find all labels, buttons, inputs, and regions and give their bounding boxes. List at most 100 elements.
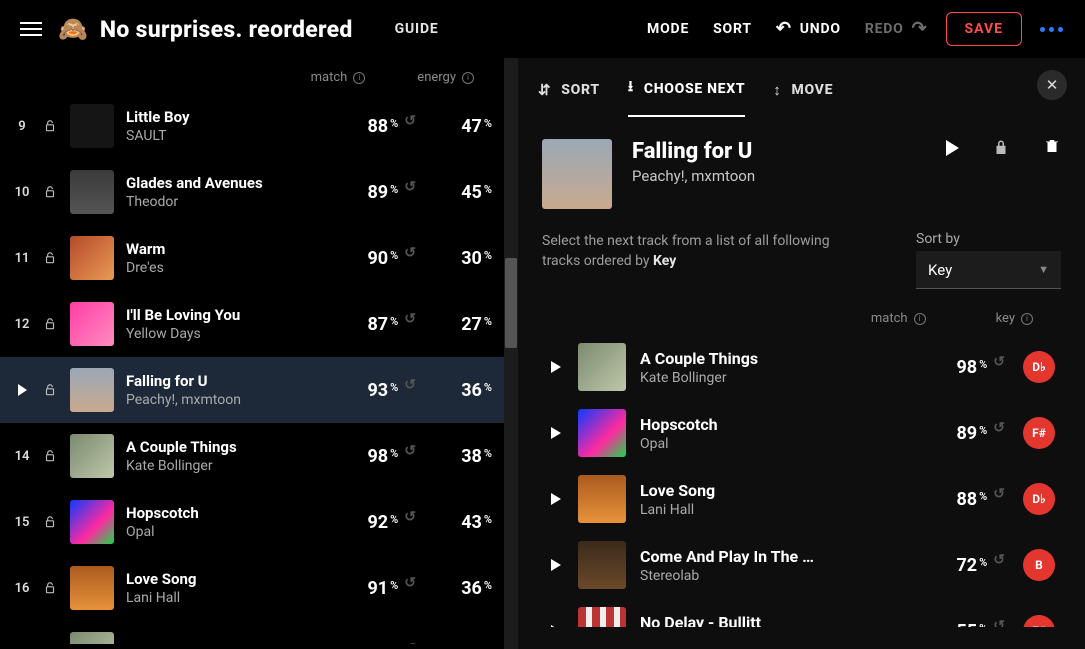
album-art: [578, 409, 626, 457]
tab-choose-next[interactable]: ⭳CHOOSE NEXT: [628, 76, 745, 117]
album-art: [70, 368, 114, 412]
suggestion-row[interactable]: No Delay - BullittThe Green Arrows55%↺F#: [542, 598, 1061, 627]
reset-icon[interactable]: ↺: [993, 618, 1005, 627]
album-art: [542, 139, 612, 209]
lock-icon[interactable]: [36, 515, 64, 529]
energy-value: 30%: [416, 248, 492, 269]
energy-value: 42%: [416, 644, 492, 645]
lock-icon[interactable]: [36, 185, 64, 199]
key-badge: B: [1023, 549, 1055, 581]
track-artist: Opal: [640, 436, 935, 452]
play-button[interactable]: [542, 361, 570, 373]
album-art: [70, 170, 114, 214]
sort-button[interactable]: SORT: [707, 17, 758, 41]
redo-button: REDO↷: [859, 16, 934, 43]
energy-value: 47%: [416, 116, 492, 137]
info-icon[interactable]: i: [462, 72, 474, 84]
track-title: A Couple Things: [640, 349, 935, 368]
album-art: [578, 343, 626, 391]
play-button[interactable]: [542, 625, 570, 627]
track-row[interactable]: 15HopscotchOpal92%↺43%: [0, 489, 518, 555]
current-artist: Peachy!, mxmtoon: [632, 167, 926, 185]
lock-icon[interactable]: [36, 383, 64, 397]
track-index: 11: [8, 251, 36, 266]
track-title: Love Song: [126, 570, 346, 588]
reset-icon[interactable]: ↺: [993, 552, 1005, 568]
track-row[interactable]: 14A Couple ThingsKate Bollinger98%↺38%: [0, 423, 518, 489]
match-value: 55%↺: [935, 621, 1005, 628]
undo-button[interactable]: ↶UNDO: [770, 16, 847, 43]
app-logo: 🙈: [58, 15, 88, 43]
track-artist: SAULT: [126, 128, 346, 144]
track-title: No Delay - Bullitt: [640, 613, 935, 628]
save-button[interactable]: SAVE: [946, 12, 1023, 46]
reset-icon[interactable]: ↺: [404, 311, 416, 327]
play-button[interactable]: [542, 493, 570, 505]
play-button[interactable]: [542, 559, 570, 571]
energy-value: 45%: [416, 182, 492, 203]
lock-icon[interactable]: [36, 251, 64, 265]
reset-icon[interactable]: ↺: [404, 245, 416, 261]
mode-button[interactable]: MODE: [641, 17, 695, 41]
delete-button[interactable]: [1043, 137, 1061, 159]
lock-button[interactable]: [987, 139, 1015, 157]
lock-icon[interactable]: [36, 119, 64, 133]
reset-icon[interactable]: ↺: [404, 377, 416, 393]
play-button[interactable]: [542, 427, 570, 439]
energy-value: 43%: [416, 512, 492, 533]
album-art: [70, 500, 114, 544]
track-row[interactable]: Falling for UPeachy!, mxmtoon93%↺36%: [0, 357, 518, 423]
energy-header: energy: [417, 70, 456, 85]
menu-icon[interactable]: [16, 18, 46, 40]
track-row[interactable]: 17Memory Box84%↺42%: [0, 621, 518, 644]
reset-icon[interactable]: ↺: [404, 509, 416, 525]
tab-move[interactable]: ↕MOVE: [773, 81, 833, 113]
info-icon[interactable]: i: [353, 72, 365, 84]
info-icon[interactable]: i: [1021, 313, 1033, 325]
more-icon[interactable]: [1034, 21, 1069, 38]
reset-icon[interactable]: ↺: [404, 179, 416, 195]
match-value: 88%↺: [346, 116, 416, 137]
info-icon[interactable]: i: [914, 313, 926, 325]
toolbar: 🙈 No surprises. reordered GUIDE MODE SOR…: [0, 0, 1085, 58]
track-row[interactable]: 11WarmDre'es90%↺30%: [0, 225, 518, 291]
track-row[interactable]: 9Little BoySAULT88%↺47%: [0, 93, 518, 159]
current-track: Falling for U Peachy!, mxmtoon: [542, 139, 1061, 209]
close-icon[interactable]: ✕: [1037, 70, 1067, 100]
track-row[interactable]: 16Love SongLani Hall91%↺36%: [0, 555, 518, 621]
track-title: Falling for U: [126, 372, 346, 390]
suggestion-row[interactable]: A Couple ThingsKate Bollinger98%↺D♭: [542, 334, 1061, 400]
chevron-down-icon: ▼: [1038, 263, 1049, 276]
reset-icon[interactable]: ↺: [404, 641, 416, 644]
energy-value: 38%: [416, 446, 492, 467]
reset-icon[interactable]: ↺: [993, 420, 1005, 436]
suggestion-row[interactable]: HopscotchOpal89%↺F#: [542, 400, 1061, 466]
reset-icon[interactable]: ↺: [404, 443, 416, 459]
sortby-select[interactable]: Key▼: [916, 251, 1061, 289]
scrollbar[interactable]: [504, 58, 518, 649]
tab-sort[interactable]: ⇵SORT: [538, 81, 600, 113]
reset-icon[interactable]: ↺: [404, 575, 416, 591]
album-art: [70, 434, 114, 478]
track-row[interactable]: 10Glades and AvenuesTheodor89%↺45%: [0, 159, 518, 225]
reset-icon[interactable]: ↺: [993, 486, 1005, 502]
match-value: 93%↺: [346, 380, 416, 401]
track-artist: Kate Bollinger: [126, 458, 346, 474]
tabs: ⇵SORT ⭳CHOOSE NEXT ↕MOVE ✕: [518, 58, 1085, 117]
suggestion-row[interactable]: Come And Play In The …Stereolab72%↺B: [542, 532, 1061, 598]
current-title: Falling for U: [632, 139, 926, 164]
lock-icon[interactable]: [36, 581, 64, 595]
album-art: [578, 607, 626, 627]
reset-icon[interactable]: ↺: [993, 354, 1005, 370]
play-button[interactable]: [946, 140, 959, 156]
guide-button[interactable]: GUIDE: [395, 21, 439, 37]
sort-icon: ⇵: [538, 81, 551, 99]
suggestion-row[interactable]: Love SongLani Hall88%↺D♭: [542, 466, 1061, 532]
track-index: 16: [8, 581, 36, 596]
lock-icon[interactable]: [36, 317, 64, 331]
reset-icon[interactable]: ↺: [404, 113, 416, 129]
track-row[interactable]: 12I'll Be Loving YouYellow Days87%↺27%: [0, 291, 518, 357]
lock-icon[interactable]: [36, 449, 64, 463]
match-value: 84%↺: [346, 644, 416, 645]
match-value: 89%↺: [935, 423, 1005, 444]
